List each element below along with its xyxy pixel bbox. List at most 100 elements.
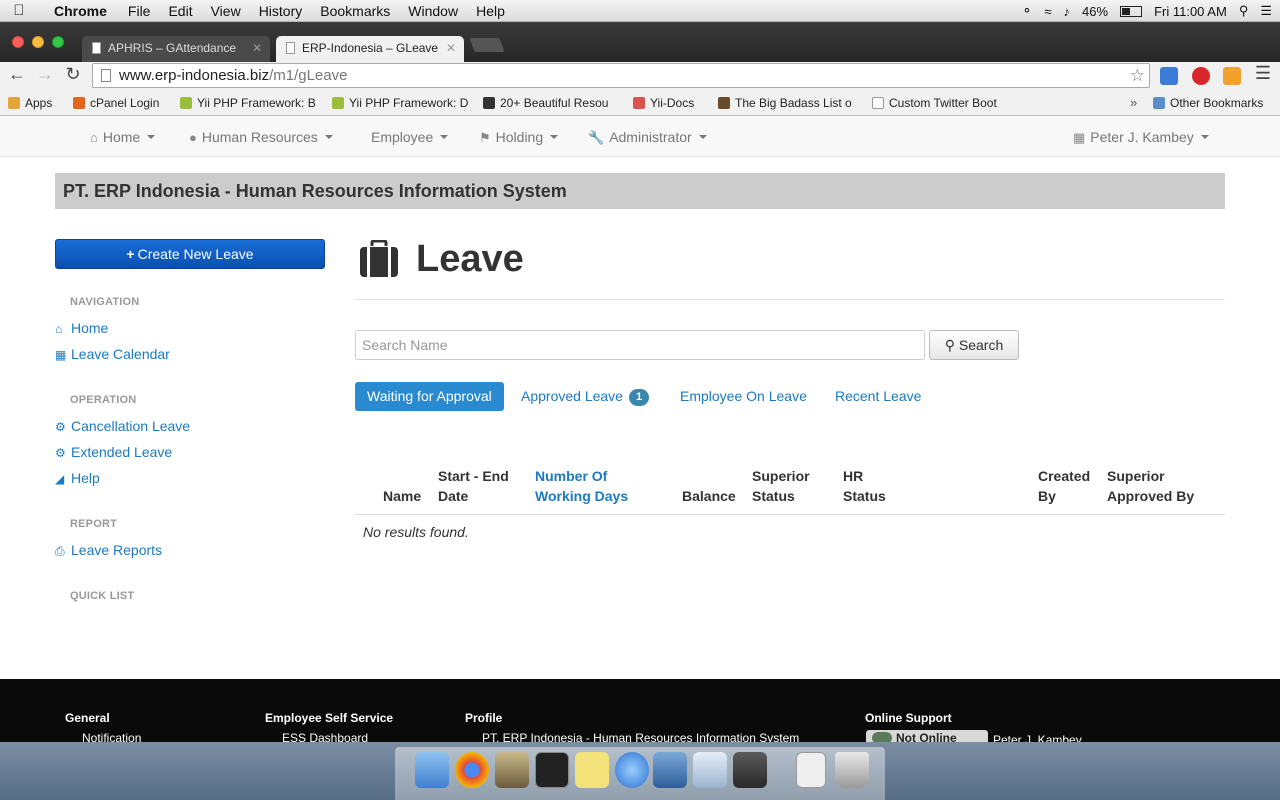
bookmark-big-badass-list[interactable]: The Big Badass List o xyxy=(718,90,858,116)
caret-down-icon xyxy=(324,135,333,139)
menubar-app-name[interactable]: Chrome xyxy=(38,3,119,19)
reload-icon[interactable]: ↻ xyxy=(62,64,84,85)
browser-tab-gleave[interactable]: ERP-Indonesia – GLeave ✕ xyxy=(276,36,464,62)
address-bar[interactable]: www.erp-indonesia.biz/m1/gLeave ☆ xyxy=(92,63,1150,88)
new-tab-button[interactable] xyxy=(469,38,505,52)
adblock-extension-icon[interactable] xyxy=(1192,67,1210,85)
terminal-icon[interactable] xyxy=(535,752,569,788)
wrench-icon: 🔧 xyxy=(588,130,605,145)
forward-arrow-icon[interactable]: → xyxy=(34,64,56,85)
divider xyxy=(355,299,1225,300)
battery-percent: 46% xyxy=(1082,3,1109,19)
menubar-window[interactable]: Window xyxy=(399,3,467,19)
sidebar-link-help[interactable]: ◢ Help xyxy=(55,470,100,486)
url-path: /m1/gLeave xyxy=(269,67,348,84)
bookmark-yii-b[interactable]: Yii PHP Framework: B xyxy=(180,90,318,116)
bookmark-yii-d[interactable]: Yii PHP Framework: D xyxy=(332,90,468,116)
tab-approved-leave[interactable]: Approved Leave 1 xyxy=(521,382,650,411)
volume-icon[interactable]: ♪ xyxy=(1064,4,1071,19)
chrome-icon[interactable] xyxy=(455,752,489,788)
approved-count-badge: 1 xyxy=(628,389,650,406)
bookmarks-bar: Apps cPanel Login Yii PHP Framework: B Y… xyxy=(0,90,1280,116)
stickies-icon[interactable] xyxy=(575,752,609,788)
sidebar-link-cancellation-leave[interactable]: ⚙ Cancellation Leave xyxy=(55,418,190,434)
sidebar-link-home[interactable]: ⌂ Home xyxy=(55,320,108,336)
bookmark-custom-twitter-bootstrap[interactable]: Custom Twitter Boot xyxy=(872,90,1004,116)
tab-waiting-for-approval[interactable]: Waiting for Approval xyxy=(355,382,504,411)
bookmark-other[interactable]: Other Bookmarks xyxy=(1153,90,1275,116)
bookmark-cpanel[interactable]: cPanel Login xyxy=(73,90,173,116)
tab-close-icon[interactable]: ✕ xyxy=(252,36,262,60)
nav-employee[interactable]: Employee xyxy=(371,117,449,157)
sidebar-header-report: REPORT xyxy=(70,518,118,530)
wifi-icon[interactable]: ≈ xyxy=(1044,4,1051,19)
nav-home[interactable]: ⌂ Home xyxy=(90,117,156,157)
finder-icon[interactable] xyxy=(415,752,449,788)
yii-icon xyxy=(180,97,192,109)
search-button[interactable]: ⚲ Search xyxy=(929,330,1019,360)
translate-extension-icon[interactable] xyxy=(1160,67,1178,85)
window-zoom-button[interactable] xyxy=(52,36,64,48)
clock[interactable]: Fri 11:00 AM xyxy=(1154,4,1227,19)
bookmark-apps[interactable]: Apps xyxy=(8,90,68,116)
create-new-leave-button[interactable]: + Create New Leave xyxy=(55,239,325,269)
menubar-edit[interactable]: Edit xyxy=(159,3,201,19)
sequel-pro-icon[interactable] xyxy=(495,752,529,788)
sql-file-icon[interactable] xyxy=(796,752,826,788)
search-name-input[interactable] xyxy=(355,330,925,360)
nav-administrator[interactable]: 🔧 Administrator xyxy=(588,117,707,157)
nav-user-menu[interactable]: ▦ Peter J. Kambey xyxy=(1073,117,1209,157)
gear-icon: ⚙ xyxy=(55,446,66,460)
itunes-icon[interactable] xyxy=(615,752,649,788)
sidebar-link-leave-calendar[interactable]: ▦ Leave Calendar xyxy=(55,346,170,362)
bookmarks-overflow-chevron-icon[interactable]: » xyxy=(1130,90,1137,116)
page-icon xyxy=(101,69,111,82)
page-title: Leave xyxy=(416,238,524,280)
notification-bell-icon[interactable]: ⚬ xyxy=(1022,3,1033,19)
tab-employee-on-leave[interactable]: Employee On Leave xyxy=(680,382,807,411)
menubar-view[interactable]: View xyxy=(202,3,250,19)
tab-recent-leave[interactable]: Recent Leave xyxy=(835,382,921,411)
col-header-hr-status: HR Status xyxy=(843,468,886,504)
yii-docs-icon xyxy=(633,97,645,109)
sidebar-link-extended-leave[interactable]: ⚙ Extended Leave xyxy=(55,444,172,460)
page-icon xyxy=(872,97,884,109)
sidebar-header-navigation: NAVIGATION xyxy=(70,296,140,308)
caret-down-icon xyxy=(550,135,559,139)
printer-icon: ⎙ xyxy=(55,544,65,558)
col-header-working-days-sort-link[interactable]: Number Of Working Days xyxy=(535,466,628,506)
battery-icon[interactable] xyxy=(1120,5,1143,17)
bookmark-star-icon[interactable]: ☆ xyxy=(1130,64,1145,87)
firebug-extension-icon[interactable] xyxy=(1223,67,1241,85)
tab-close-icon[interactable]: ✕ xyxy=(446,36,456,60)
notification-center-icon[interactable]: ☰ xyxy=(1260,3,1272,19)
menubar-history[interactable]: History xyxy=(250,3,312,19)
empty-results-text: No results found. xyxy=(363,524,469,540)
nav-human-resources[interactable]: ● Human Resources xyxy=(189,117,333,157)
menubar-bookmarks[interactable]: Bookmarks xyxy=(311,3,399,19)
home-icon: ⌂ xyxy=(55,322,63,336)
window-close-button[interactable] xyxy=(12,36,24,48)
page-icon xyxy=(286,42,295,54)
col-header-start-end-date: Start - End Date xyxy=(438,468,509,504)
bookmark-yii-docs[interactable]: Yii-Docs xyxy=(633,90,713,116)
apple-icon[interactable]:  xyxy=(0,2,38,19)
app-navbar: ⌂ Home ● Human Resources Employee ⚑ Holding… xyxy=(0,117,1280,157)
cube-app-icon[interactable] xyxy=(693,752,727,788)
trash-icon[interactable] xyxy=(835,752,869,788)
folder-icon xyxy=(1153,97,1165,109)
bookmark-beautiful-resources[interactable]: 20+ Beautiful Resou xyxy=(483,90,618,116)
sidebar-link-leave-reports[interactable]: ⎙ Leave Reports xyxy=(55,542,162,559)
menubar-file[interactable]: File xyxy=(119,3,160,19)
virtualbox-icon[interactable] xyxy=(653,752,687,788)
back-arrow-icon[interactable]: ← xyxy=(6,64,28,85)
menubar-help[interactable]: Help xyxy=(467,3,514,19)
chrome-menu-icon[interactable]: ☰ xyxy=(1252,63,1274,84)
browser-tab-gattendance[interactable]: APHRIS – GAttendance ✕ xyxy=(82,36,270,62)
spotlight-search-icon[interactable]: ⚲ xyxy=(1239,3,1249,19)
apps-grid-icon xyxy=(8,97,20,109)
w-site-icon xyxy=(483,97,495,109)
sublime-text-icon[interactable] xyxy=(733,752,767,788)
window-minimize-button[interactable] xyxy=(32,36,44,48)
nav-holding[interactable]: ⚑ Holding xyxy=(479,117,559,157)
